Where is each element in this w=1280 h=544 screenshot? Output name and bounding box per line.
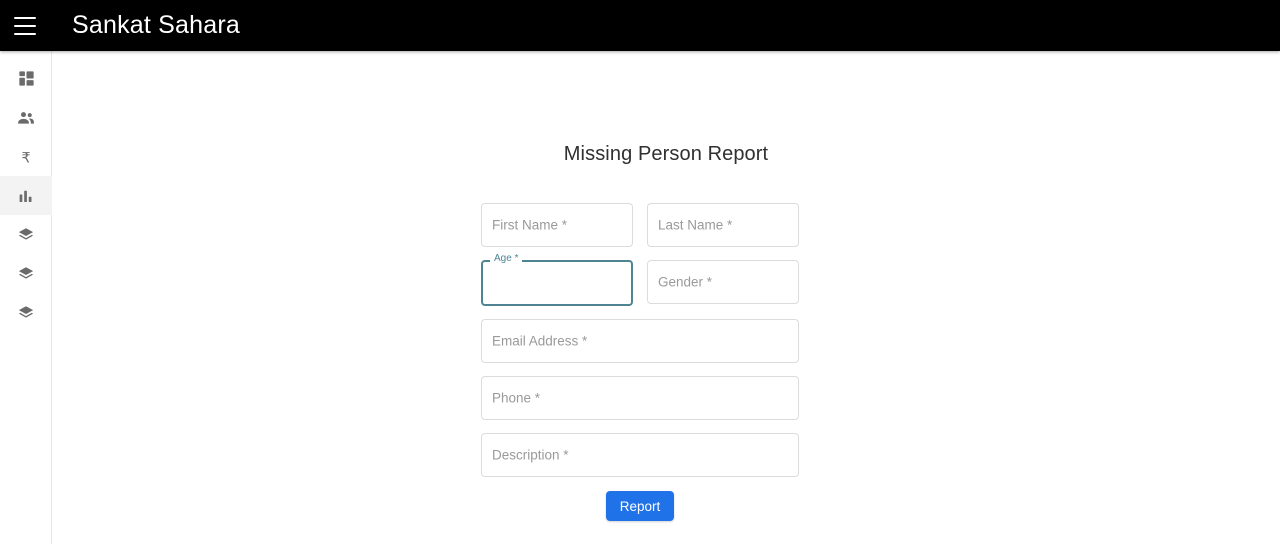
app-title: Sankat Sahara xyxy=(72,11,240,39)
missing-person-form: First Name * Last Name * Age * Gender * xyxy=(481,203,799,521)
layers-icon xyxy=(17,265,35,283)
phone-input[interactable]: Phone * xyxy=(481,376,799,420)
age-input[interactable]: Age * xyxy=(481,253,633,306)
description-input[interactable]: Description * xyxy=(481,433,799,477)
report-submit-button[interactable]: Report xyxy=(605,491,675,521)
form-actions: Report xyxy=(481,491,799,521)
svg-text:₹: ₹ xyxy=(21,150,30,166)
people-group-icon xyxy=(16,108,36,128)
age-floating-label: Age * xyxy=(490,253,523,265)
email-input[interactable]: Email Address * xyxy=(481,319,799,363)
hamburger-line xyxy=(14,32,36,35)
sidebar-item-people[interactable] xyxy=(0,98,52,137)
hamburger-line xyxy=(14,16,36,19)
gender-input-box xyxy=(647,260,799,304)
hamburger-menu-icon[interactable] xyxy=(14,16,38,35)
sidebar-item-reports[interactable] xyxy=(0,176,52,215)
sidebar-nav: ₹ xyxy=(0,51,52,544)
email-input-box xyxy=(481,319,799,363)
age-input-box xyxy=(481,260,633,306)
first-name-input[interactable]: First Name * xyxy=(481,203,633,247)
layers-icon xyxy=(17,304,35,322)
description-input-box xyxy=(481,433,799,477)
form-row-name: First Name * Last Name * xyxy=(481,203,799,260)
page-title: Missing Person Report xyxy=(563,143,769,165)
sidebar-item-layers-one[interactable] xyxy=(0,215,52,254)
sidebar-item-layers-three[interactable] xyxy=(0,293,52,332)
last-name-input[interactable]: Last Name * xyxy=(647,203,799,247)
sidebar-item-layers-two[interactable] xyxy=(0,254,52,293)
gender-input[interactable]: Gender * xyxy=(647,260,799,304)
first-name-input-box xyxy=(481,203,633,247)
sidebar-item-funds[interactable]: ₹ xyxy=(0,137,52,176)
hamburger-line xyxy=(14,24,36,27)
bar-chart-icon xyxy=(17,187,35,205)
form-row-age-gender: Age * Gender * xyxy=(481,253,799,319)
main-content: Missing Person Report First Name * Last … xyxy=(52,51,1280,544)
layers-icon xyxy=(17,226,35,244)
dashboard-grid-icon xyxy=(17,69,36,88)
rupee-icon: ₹ xyxy=(17,148,35,166)
app-root: Sankat Sahara ₹ Missing Person Report Fi… xyxy=(0,0,1280,544)
last-name-input-box xyxy=(647,203,799,247)
top-app-bar: Sankat Sahara xyxy=(0,0,1280,51)
sidebar-item-dashboard[interactable] xyxy=(0,59,52,98)
phone-input-box xyxy=(481,376,799,420)
